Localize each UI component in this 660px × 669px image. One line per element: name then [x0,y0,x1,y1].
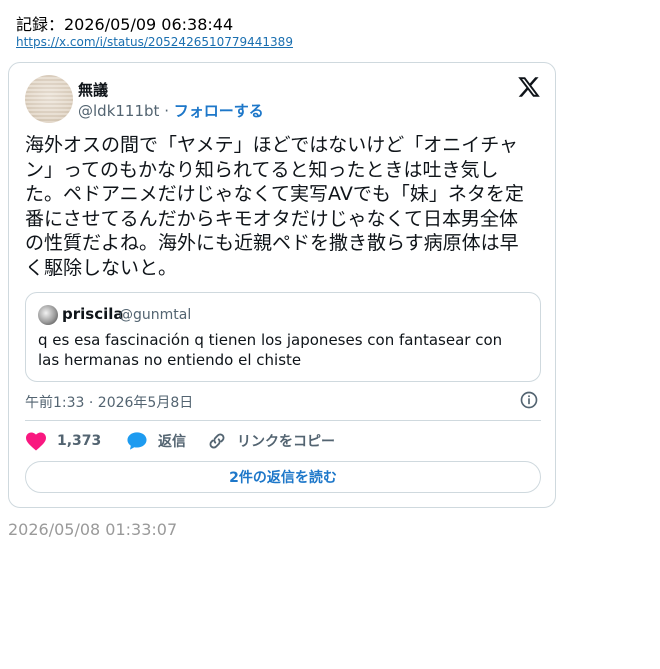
author-display-name[interactable]: 無議 [78,79,108,100]
heart-icon [26,432,46,451]
divider [25,420,541,421]
author-avatar[interactable] [25,75,73,123]
copy-link-button[interactable]: リンクをコピー [207,431,335,451]
info-icon[interactable] [519,390,539,410]
like-count: 1,373 [57,433,102,449]
copy-link-label: リンクをコピー [237,434,335,450]
reply-button[interactable]: 返信 [126,431,186,451]
quote-author-avatar[interactable] [38,305,58,325]
x-logo-icon[interactable] [517,75,541,99]
follow-button[interactable]: フォローする [174,102,264,120]
link-icon [209,433,225,449]
record-timestamp: 記録：2026/05/09 06:38:44 [16,15,234,34]
read-replies-button[interactable]: 2件の返信を読む [25,461,541,493]
tweet-card: 無議 @ldk111bt · フォローする 海外オスの間で「ヤメテ」ほどではない… [8,62,556,508]
like-button[interactable]: 1,373 [25,431,101,451]
tweet-timestamp[interactable]: 午前1:33 · 2026年5月8日 [25,392,193,412]
reply-label: 返信 [158,434,186,450]
quote-author-handle[interactable]: @gunmtal [119,307,191,323]
author-handle[interactable]: @ldk111bt [78,102,159,120]
quoted-tweet[interactable]: priscila @gunmtal q es esa fascinación q… [25,292,541,382]
quote-author-name[interactable]: priscila [62,305,124,323]
footer-date: 2026/05/08 01:33:07 [8,520,178,539]
tweet-text: 海外オスの間で「ヤメテ」ほどではないけど「オニイチャン」ってのもかなり知られてる… [25,134,524,279]
separator-dot: · [164,102,169,120]
record-url-link[interactable]: https://x.com/i/status/20524265107794413… [16,35,293,49]
speech-bubble-icon [127,432,147,450]
tweet-actions: 1,373 返信 リンクをコピー [25,431,541,451]
quote-text: q es esa fascinación q tienen los japone… [38,331,503,369]
author-handle-row: @ldk111bt · フォローする [78,100,264,121]
